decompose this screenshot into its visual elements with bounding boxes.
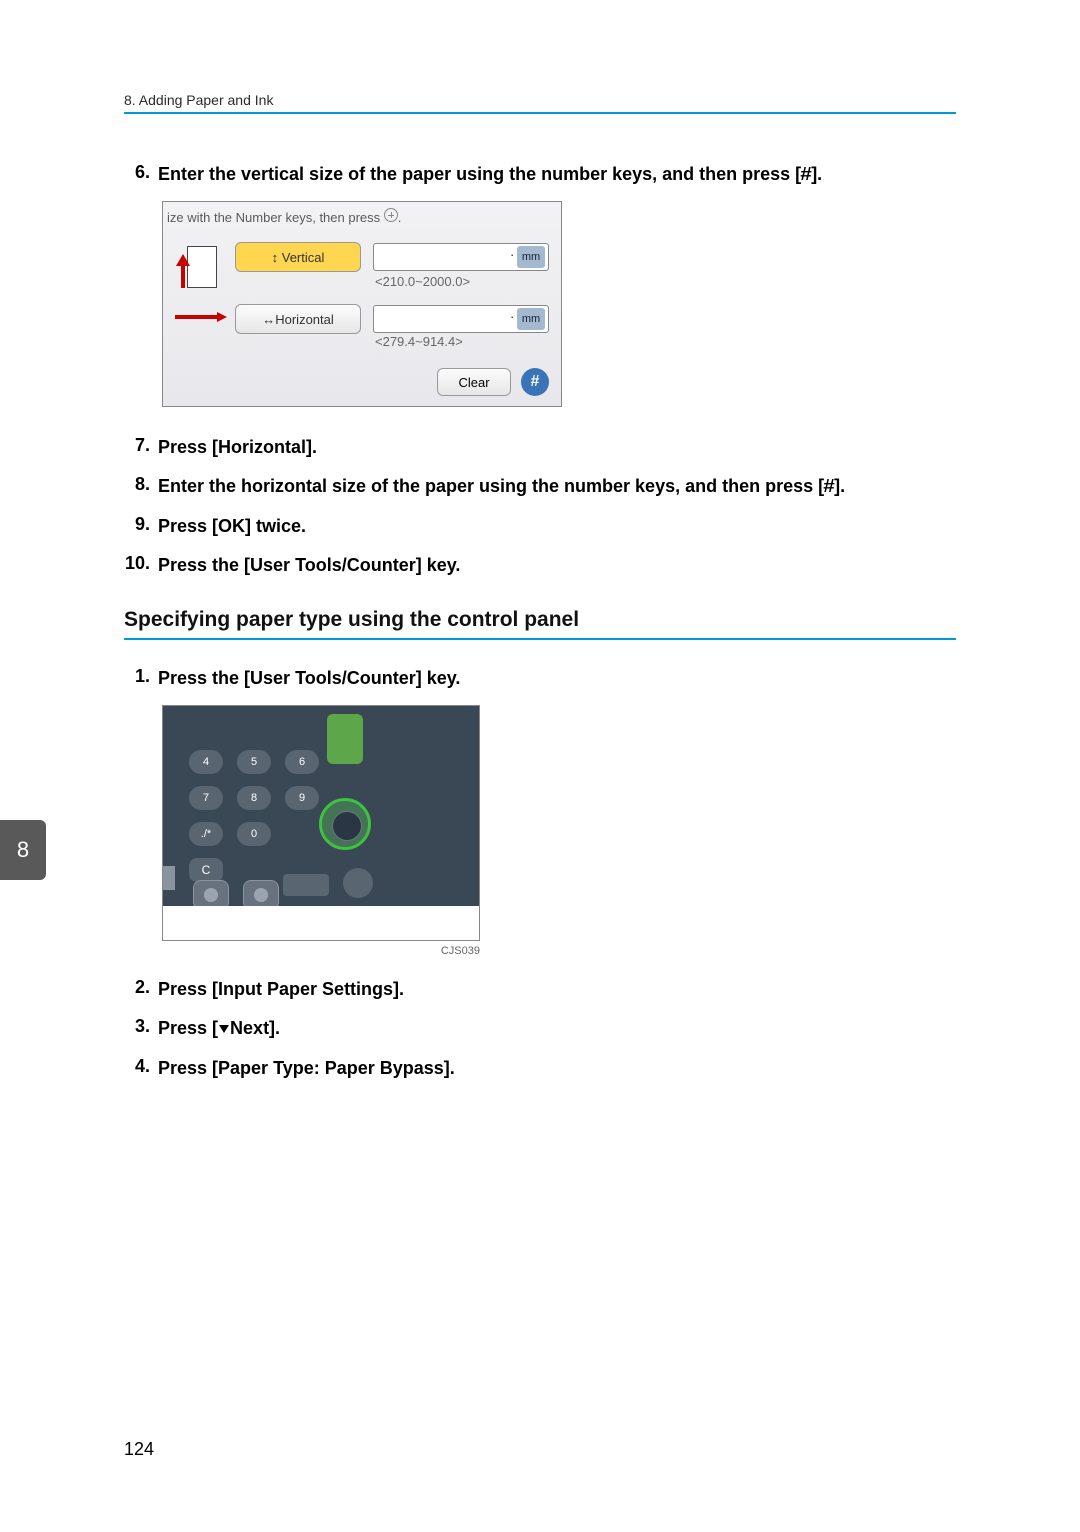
user-tools-counter-key-highlight[interactable] [319,798,371,850]
step-a4-text: Press [Paper Type: Paper Bypass]. [158,1056,455,1081]
step-a1: 1. Press the [User Tools/Counter] key. [124,666,956,691]
step-9-text: Press [OK] twice. [158,514,306,539]
vertical-button[interactable]: ↕ Vertical [235,242,361,272]
figure-caption: CJS039 [162,941,480,957]
horizontal-value-dot: . [510,306,514,321]
step-8-text-a: Enter the horizontal size of the paper u… [158,476,824,496]
keypad-key-5: 5 [237,750,271,774]
step-6-num: 6. [124,162,158,183]
step-a3-text: Press [ Next]. [158,1016,280,1041]
orientation-diagram-icon [173,242,229,318]
step-a2: 2. Press [Input Paper Settings]. [124,977,956,1002]
step-7-num: 7. [124,435,158,456]
hint-suffix: . [398,210,402,225]
step-8-num: 8. [124,474,158,495]
clear-button[interactable]: Clear [437,368,511,396]
step-a1-num: 1. [124,666,158,687]
size-entry-screenshot: ize with the Number keys, then press . ↕… [162,201,956,407]
step-9-num: 9. [124,514,158,535]
step-10: 10. Press the [User Tools/Counter] key. [124,553,956,578]
step-10-text: Press the [User Tools/Counter] key. [158,553,460,578]
round-small-button [343,868,373,898]
wide-slot-button [283,874,329,896]
unit-mm-horizontal: mm [517,308,545,330]
down-triangle-icon [219,1025,229,1033]
control-panel-screenshot: 456 789 ./* 0C CJS039 [162,705,956,957]
hint-text: ize with the Number keys, then press . [167,208,401,225]
vertical-range: <210.0~2000.0> [375,274,470,289]
pound-key-icon[interactable]: # [521,368,549,396]
step-8: 8. Enter the horizontal size of the pape… [124,474,956,499]
step-a3-num: 3. [124,1016,158,1037]
step-a3-text-a: Press [ [158,1018,218,1038]
step-8-text: Enter the horizontal size of the paper u… [158,474,845,499]
step-a4-num: 4. [124,1056,158,1077]
keypad-key-6: 6 [285,750,319,774]
step-10-num: 10. [124,553,158,574]
step-9: 9. Press [OK] twice. [124,514,956,539]
section-heading: Specifying paper type using the control … [124,608,956,640]
hash-icon: # [800,162,812,187]
hash-icon-2: # [823,474,835,499]
step-a2-text: Press [Input Paper Settings]. [158,977,404,1002]
keypad-key-12: ./* [189,822,223,846]
side-strip [163,866,175,890]
horizontal-button[interactable]: ↔Horizontal [235,304,361,334]
step-a1-text: Press the [User Tools/Counter] key. [158,666,460,691]
step-a2-num: 2. [124,977,158,998]
keypad-key-13: 0 [237,822,271,846]
keypad-key-16: C [189,858,223,882]
vertical-value-dot: . [510,244,514,259]
keypad-key-8: 7 [189,786,223,810]
hash-hint-icon [384,208,398,222]
keypad-key-10: 9 [285,786,319,810]
hint-prefix: ize with the Number keys, then press [167,210,384,225]
step-a3: 3. Press [ Next]. [124,1016,956,1041]
unit-mm-vertical: mm [517,246,545,268]
step-6-text-b: ]. [811,164,822,184]
step-8-text-b: ]. [834,476,845,496]
step-a4: 4. Press [Paper Type: Paper Bypass]. [124,1056,956,1081]
running-header: 8. Adding Paper and Ink [124,92,956,114]
keypad-key-4: 4 [189,750,223,774]
chapter-tab: 8 [0,820,46,880]
green-rect-key [327,714,363,764]
horizontal-range: <279.4~914.4> [375,334,463,349]
step-6: 6. Enter the vertical size of the paper … [124,162,956,187]
step-7-text: Press [Horizontal]. [158,435,317,460]
page-number: 124 [124,1439,154,1460]
step-7: 7. Press [Horizontal]. [124,435,956,460]
step-6-text-a: Enter the vertical size of the paper usi… [158,164,801,184]
keypad-key-9: 8 [237,786,271,810]
step-a3-text-b: Next]. [230,1018,280,1038]
step-6-text: Enter the vertical size of the paper usi… [158,162,822,187]
